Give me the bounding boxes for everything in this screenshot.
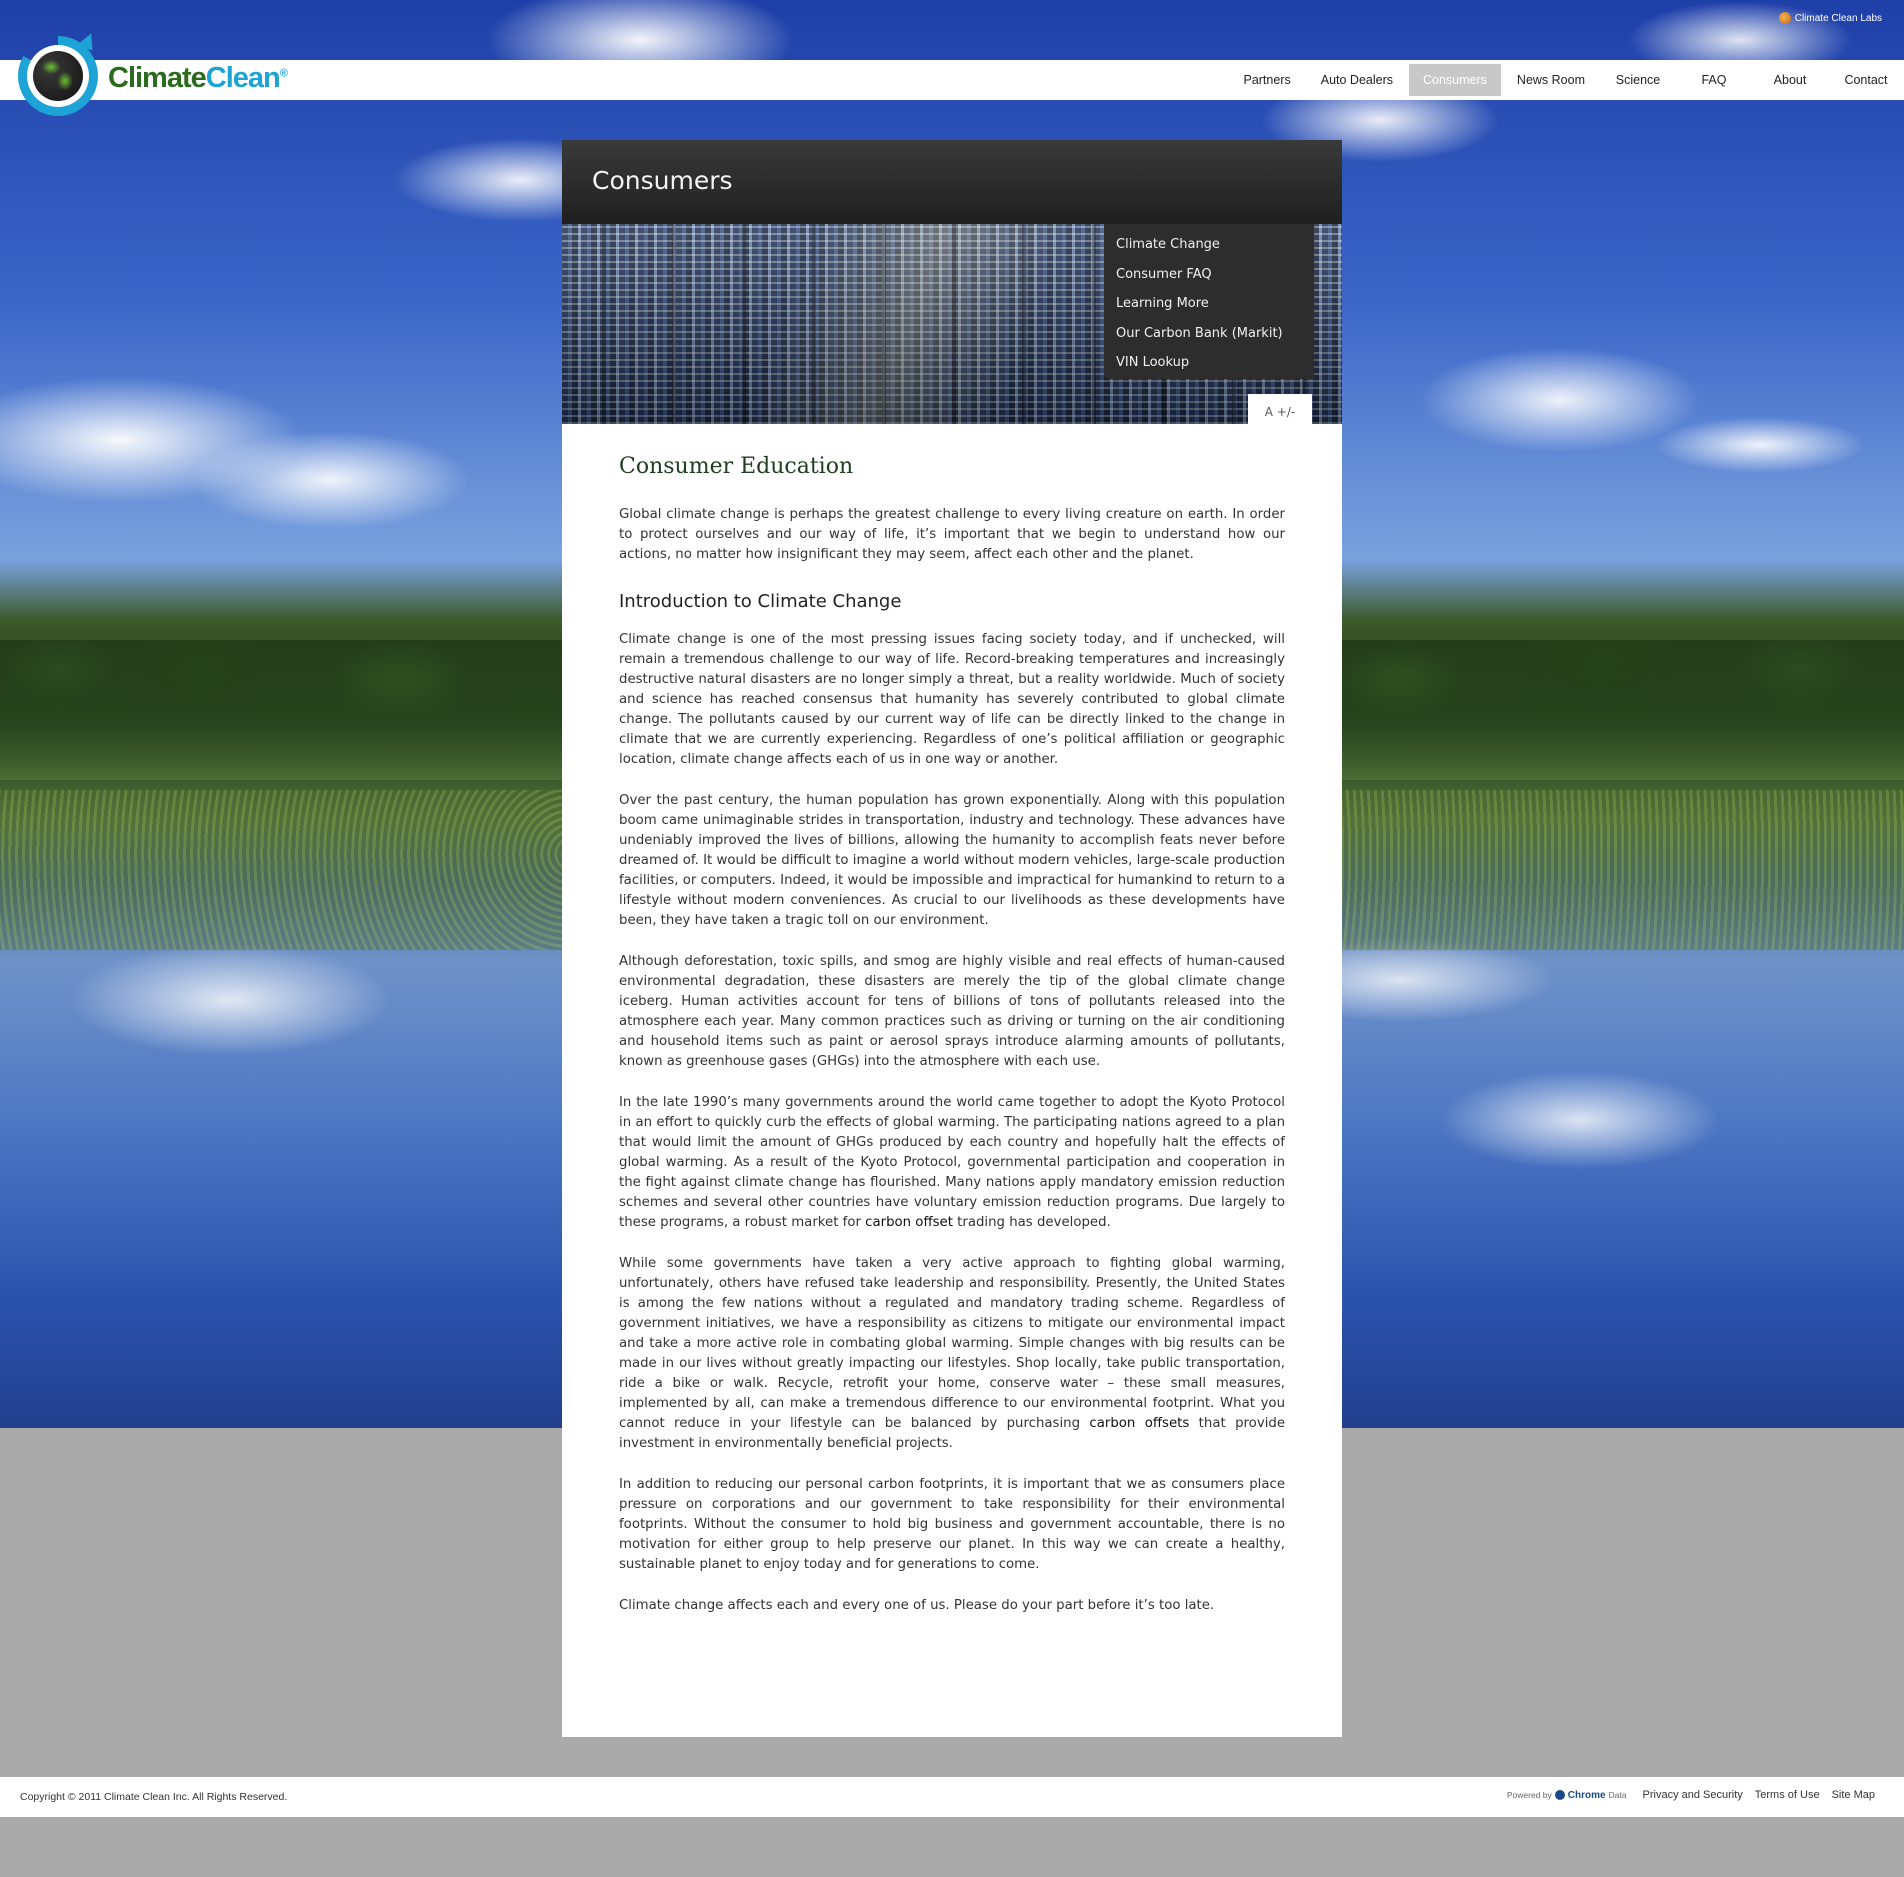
nav-news-room[interactable]: News Room [1503, 64, 1599, 96]
powered-by[interactable]: Powered by Chrome Data [1507, 1790, 1627, 1801]
footer: Copyright © 2011 Climate Clean Inc. All … [0, 1777, 1904, 1817]
article-paragraph: In the late 1990’s many governments arou… [619, 1095, 1285, 1230]
carbon-offsets-link[interactable]: carbon offsets [1089, 1416, 1189, 1431]
subnav-learning-more[interactable]: Learning More [1104, 289, 1314, 319]
nav-about[interactable]: About [1753, 64, 1827, 96]
footer-terms-link[interactable]: Terms of Use [1755, 1789, 1820, 1801]
footer-sitemap-link[interactable]: Site Map [1832, 1789, 1875, 1801]
nav-auto-dealers[interactable]: Auto Dealers [1307, 64, 1407, 96]
footer-links: Powered by Chrome Data Privacy and Securi… [1507, 1789, 1875, 1801]
nav-faq[interactable]: FAQ [1677, 64, 1751, 96]
chrome-data-icon [1554, 1790, 1565, 1800]
article-subheading: Introduction to Climate Change [619, 591, 902, 612]
copyright: Copyright © 2011 Climate Clean Inc. All … [20, 1791, 288, 1803]
article-paragraph: Over the past century, the human populat… [619, 793, 1285, 928]
section-subnav: Climate Change Consumer FAQ Learning Mor… [1104, 224, 1314, 379]
footer-privacy-link[interactable]: Privacy and Security [1643, 1789, 1743, 1801]
labs-label: Climate Clean Labs [1794, 12, 1882, 24]
article-paragraph: While some governments have taken a very… [619, 1256, 1286, 1451]
nav-consumers[interactable]: Consumers [1409, 64, 1501, 96]
subnav-climate-change[interactable]: Climate Change [1104, 230, 1314, 260]
article: Consumer Education Global climate change… [619, 454, 1285, 1637]
nav-contact[interactable]: Contact [1829, 64, 1903, 96]
subnav-consumer-faq[interactable]: Consumer FAQ [1104, 260, 1314, 290]
article-paragraph: Climate change affects each and every on… [619, 1598, 1215, 1613]
carbon-offset-link[interactable]: carbon offset [865, 1215, 953, 1230]
main-nav: Partners Auto Dealers Consumers News Roo… [1228, 60, 1904, 100]
subnav-carbon-bank[interactable]: Our Carbon Bank (Markit) [1104, 319, 1314, 349]
logo-globe-icon [18, 33, 101, 116]
font-size-toggle[interactable]: A +/- [1248, 394, 1312, 424]
logo-wordmark: ClimateClean® [108, 61, 288, 94]
article-intro: Global climate change is perhaps the gre… [619, 507, 1285, 562]
article-paragraph: Although deforestation, toxic spills, an… [619, 954, 1285, 1069]
climate-clean-labs-link[interactable]: Climate Clean Labs [1778, 12, 1882, 24]
labs-icon [1778, 12, 1791, 24]
content-panel: Consumers Climate Change Consumer FAQ Le… [562, 140, 1342, 1737]
page-title: Consumers [592, 166, 733, 195]
article-heading: Consumer Education [619, 454, 854, 479]
nav-science[interactable]: Science [1601, 64, 1675, 96]
article-paragraph: Climate change is one of the most pressi… [619, 632, 1285, 767]
article-paragraph: In addition to reducing our personal car… [619, 1477, 1285, 1572]
logo[interactable]: ClimateClean® [18, 33, 288, 116]
subnav-vin-lookup[interactable]: VIN Lookup [1104, 348, 1314, 378]
nav-partners[interactable]: Partners [1229, 64, 1304, 96]
